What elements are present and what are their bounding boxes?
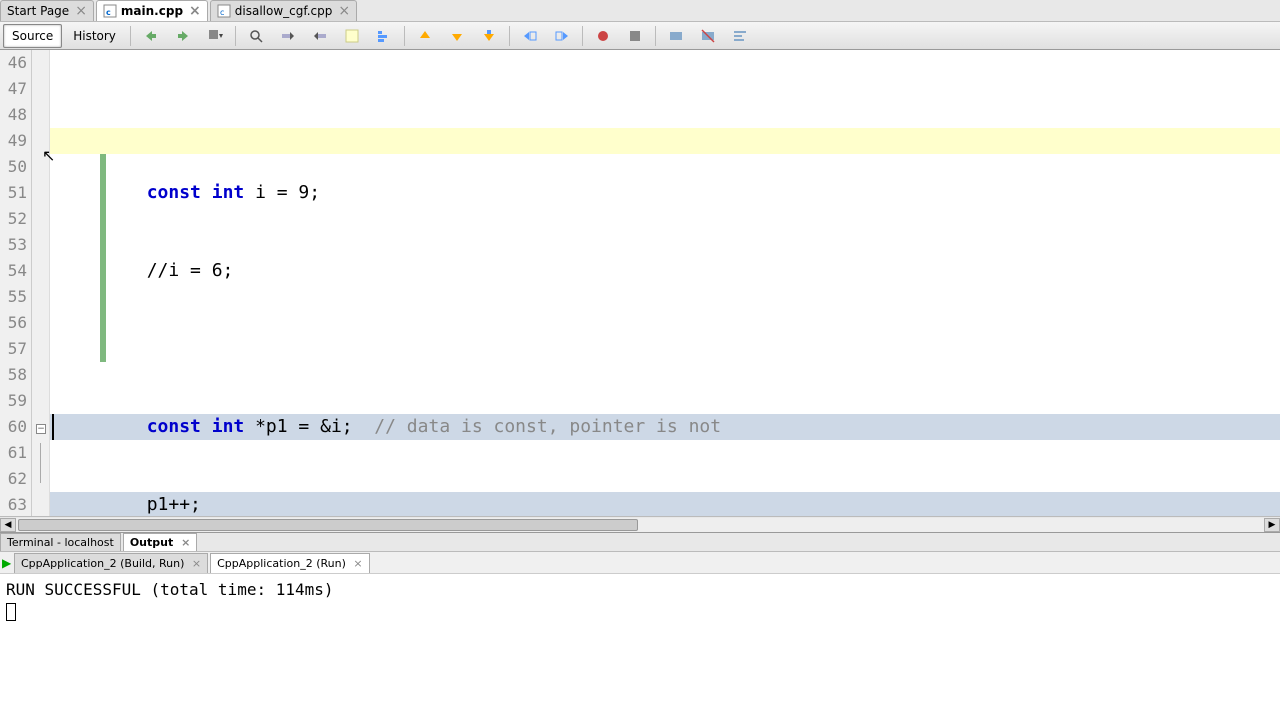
tab-label: CppApplication_2 (Run) — [217, 557, 346, 570]
format-icon[interactable] — [725, 23, 755, 49]
shift-right-icon[interactable] — [547, 23, 577, 49]
tab-label: main.cpp — [121, 4, 183, 18]
tab-output[interactable]: Output × — [123, 533, 197, 551]
scroll-left-icon[interactable]: ◀ — [0, 518, 16, 532]
rerun-icon[interactable]: ▶ — [2, 556, 11, 570]
code-content[interactable]: const int i = 9; //i = 6; const int *p1 … — [50, 50, 1280, 516]
console-cursor — [6, 603, 16, 621]
close-icon[interactable]: × — [181, 536, 190, 549]
svg-text:c: c — [220, 8, 224, 17]
history-view-button[interactable]: History — [64, 24, 125, 48]
uncomment-icon[interactable] — [693, 23, 723, 49]
dropdown-icon[interactable] — [200, 23, 230, 49]
find-prev-icon[interactable] — [273, 23, 303, 49]
output-console[interactable]: RUN SUCCESSFUL (total time: 114ms) — [0, 574, 1280, 724]
close-icon[interactable]: × — [338, 6, 350, 16]
change-bar — [100, 128, 106, 362]
svg-text:c: c — [106, 8, 111, 17]
output-inner-tabs: ▶ CppApplication_2 (Build, Run) × CppApp… — [0, 552, 1280, 574]
fold-gutter: − — [32, 50, 50, 516]
back-icon[interactable] — [136, 23, 166, 49]
tab-build-run[interactable]: CppApplication_2 (Build, Run) × — [14, 553, 208, 573]
bookmark-icon[interactable] — [474, 23, 504, 49]
prev-bookmark-icon[interactable] — [410, 23, 440, 49]
start-macro-icon[interactable] — [588, 23, 618, 49]
toggle-highlight-icon[interactable] — [337, 23, 367, 49]
tab-start-page[interactable]: Start Page × — [0, 0, 94, 21]
current-line-highlight — [50, 128, 1280, 154]
file-tabs: Start Page × c main.cpp × c disallow_cgf… — [0, 0, 1280, 22]
horizontal-scrollbar[interactable]: ◀ ▶ — [0, 516, 1280, 532]
tab-label: disallow_cgf.cpp — [235, 4, 333, 18]
forward-icon[interactable] — [168, 23, 198, 49]
shift-left-icon[interactable] — [515, 23, 545, 49]
tab-disallow-cgf[interactable]: c disallow_cgf.cpp × — [210, 0, 357, 21]
stop-macro-icon[interactable] — [620, 23, 650, 49]
close-icon[interactable]: × — [189, 6, 201, 16]
line-number-gutter: 464748495051525354555657585960616263 — [0, 50, 32, 516]
scroll-right-icon[interactable]: ▶ — [1264, 518, 1280, 532]
close-icon[interactable]: × — [353, 557, 362, 570]
tab-terminal[interactable]: Terminal - localhost — [0, 533, 121, 551]
toggle-bookmark-icon[interactable] — [369, 23, 399, 49]
cpp-file-icon: c — [103, 4, 117, 18]
close-icon[interactable]: × — [75, 6, 87, 16]
scroll-track[interactable] — [16, 518, 1264, 532]
close-icon[interactable]: × — [192, 557, 201, 570]
scroll-thumb[interactable] — [18, 519, 638, 531]
comment-icon[interactable] — [661, 23, 691, 49]
tab-label: Output — [130, 536, 173, 549]
bottom-panel-tabs: Terminal - localhost Output × — [0, 532, 1280, 552]
text-cursor — [52, 414, 54, 440]
cpp-file-icon: c — [217, 4, 231, 18]
fold-box-icon[interactable]: − — [36, 420, 46, 434]
source-view-button[interactable]: Source — [3, 24, 62, 48]
tab-label: Start Page — [7, 4, 69, 18]
output-text: RUN SUCCESSFUL (total time: 114ms) — [6, 580, 1274, 599]
find-next-icon[interactable] — [305, 23, 335, 49]
tab-main-cpp[interactable]: c main.cpp × — [96, 0, 208, 21]
code-editor[interactable]: 464748495051525354555657585960616263 − c… — [0, 50, 1280, 516]
editor-toolbar: Source History — [0, 22, 1280, 50]
find-selection-icon[interactable] — [241, 23, 271, 49]
tab-label: Terminal - localhost — [7, 536, 114, 549]
next-bookmark-icon[interactable] — [442, 23, 472, 49]
tab-run[interactable]: CppApplication_2 (Run) × — [210, 553, 370, 573]
tab-label: CppApplication_2 (Build, Run) — [21, 557, 184, 570]
